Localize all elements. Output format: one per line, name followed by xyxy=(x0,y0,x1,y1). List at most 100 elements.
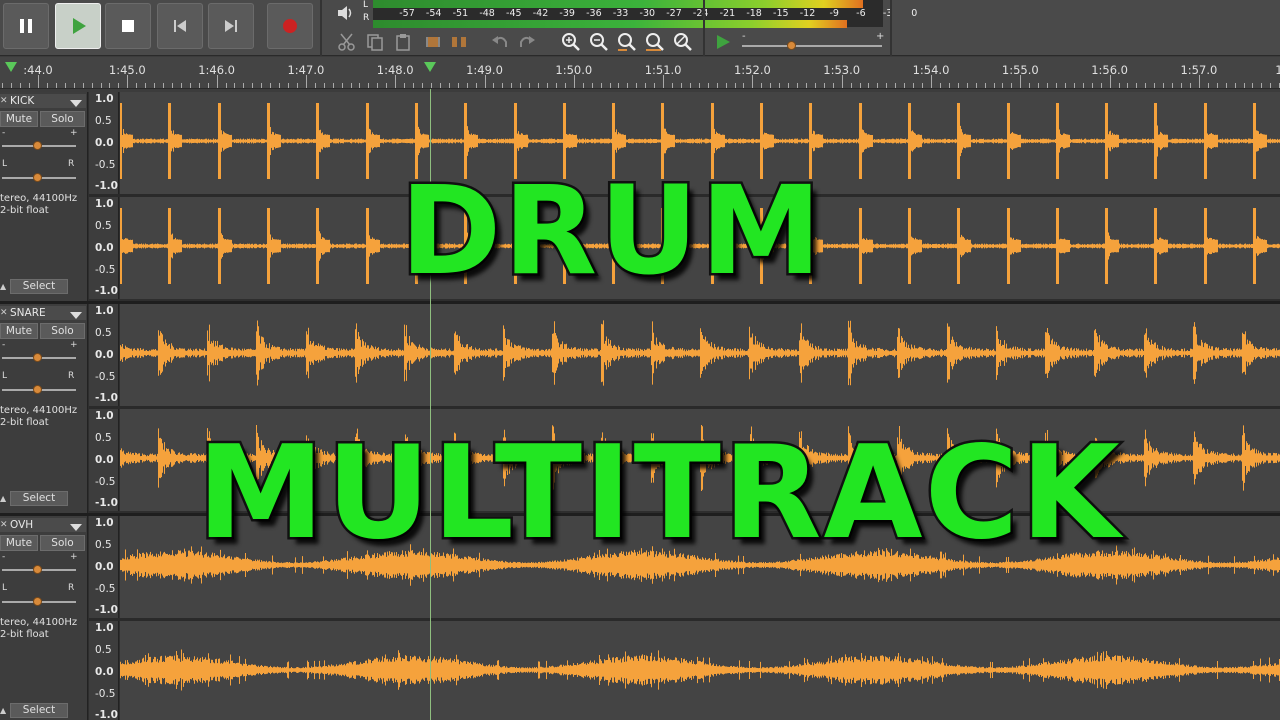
pause-button[interactable] xyxy=(3,3,49,49)
vertical-scale[interactable]: 1.0 0.5 0.0 -0.5 -1.0 xyxy=(89,197,119,299)
pan-slider[interactable] xyxy=(2,385,76,394)
scale-label: 0.5 xyxy=(95,539,112,551)
gain-minus-label: - xyxy=(2,128,6,138)
ruler-tick xyxy=(993,83,995,88)
skip-to-end-button[interactable] xyxy=(208,3,254,49)
ruler-tick xyxy=(448,83,450,88)
speed-slider-knob[interactable] xyxy=(787,41,796,50)
track-name-menu[interactable]: KICK xyxy=(0,94,86,108)
collapse-icon[interactable]: ▲ xyxy=(0,706,6,715)
ruler-tick xyxy=(805,83,807,88)
toolbar-separator xyxy=(703,0,705,56)
pan-slider-knob[interactable] xyxy=(33,385,42,394)
vertical-scale[interactable]: 1.0 0.5 0.0 -0.5 -1.0 xyxy=(89,409,119,511)
meter-tick-label: 0 xyxy=(911,8,918,19)
solo-button[interactable]: Solo xyxy=(40,535,85,551)
scale-label: -0.5 xyxy=(95,476,116,488)
gain-slider-knob[interactable] xyxy=(33,353,42,362)
play-at-speed-icon[interactable] xyxy=(711,30,735,54)
pan-slider-knob[interactable] xyxy=(33,173,42,182)
fit-selection-icon[interactable] xyxy=(615,30,639,54)
track-control-panel[interactable]: SNARE ✕ Mute Solo - + L R tereo, 44100Hz… xyxy=(0,304,88,513)
pan-slider-knob[interactable] xyxy=(33,597,42,606)
ruler-tick xyxy=(64,83,66,88)
pan-slider[interactable] xyxy=(2,597,76,606)
chevron-down-icon[interactable] xyxy=(70,312,82,319)
undo-icon[interactable] xyxy=(488,30,512,54)
track-name-menu[interactable]: OVH xyxy=(0,518,86,532)
fit-project-icon[interactable] xyxy=(643,30,667,54)
select-button[interactable]: Select xyxy=(10,703,68,718)
scale-label: 1.0 xyxy=(95,622,114,634)
stop-button[interactable] xyxy=(105,3,151,49)
zoom-out-icon[interactable] xyxy=(587,30,611,54)
close-icon[interactable]: ✕ xyxy=(0,306,8,320)
gain-slider-knob[interactable] xyxy=(33,565,42,574)
ruler-tick xyxy=(877,83,879,88)
meter-tick-label: -57 xyxy=(399,8,415,19)
vertical-scale[interactable]: 1.0 0.5 0.0 -0.5 -1.0 xyxy=(89,621,119,720)
track-control-panel[interactable]: OVH ✕ Mute Solo - + L R tereo, 44100Hz 2… xyxy=(0,516,88,720)
zoom-toggle-icon[interactable] xyxy=(671,30,695,54)
chevron-down-icon[interactable] xyxy=(70,100,82,107)
toolbar-separator xyxy=(890,0,892,56)
ruler-tick xyxy=(377,83,379,88)
close-icon[interactable]: ✕ xyxy=(0,518,8,532)
ruler-tick xyxy=(779,83,781,88)
meter-tick-label: -27 xyxy=(666,8,682,19)
select-button[interactable]: Select xyxy=(10,491,68,506)
close-icon[interactable]: ✕ xyxy=(0,94,8,108)
record-button[interactable] xyxy=(267,3,313,49)
redo-icon[interactable] xyxy=(515,30,539,54)
solo-button[interactable]: Solo xyxy=(40,111,85,127)
ruler-tick xyxy=(1002,83,1004,88)
ruler-tick xyxy=(216,75,218,88)
playback-meter[interactable]: L R -57 -54 -51 -48 -45 -42 -39 -36 -33 -30 -27 -24… xyxy=(363,0,917,28)
ruler-tick xyxy=(654,83,656,88)
ruler-tick xyxy=(663,75,665,88)
gain-slider[interactable] xyxy=(2,141,76,150)
track-control-panel[interactable]: KICK ✕ Mute Solo - + L R tereo, 44100Hz … xyxy=(0,92,88,301)
collapse-icon[interactable]: ▲ xyxy=(0,282,6,291)
ruler-tick xyxy=(38,75,39,88)
select-button[interactable]: Select xyxy=(10,279,68,294)
zoom-in-icon[interactable] xyxy=(559,30,583,54)
copy-icon[interactable] xyxy=(363,30,387,54)
skip-to-start-button[interactable] xyxy=(157,3,203,49)
waveform-channel[interactable] xyxy=(120,621,1280,720)
play-button[interactable] xyxy=(55,3,101,49)
pan-left-label: L xyxy=(2,159,8,169)
trim-icon[interactable] xyxy=(421,30,445,54)
cut-icon[interactable] xyxy=(335,30,359,54)
vertical-scale[interactable]: 1.0 0.5 0.0 -0.5 -1.0 xyxy=(89,304,119,406)
gain-slider-knob[interactable] xyxy=(33,141,42,150)
playback-speed-slider[interactable] xyxy=(742,41,882,50)
silence-icon[interactable] xyxy=(447,30,471,54)
mute-button[interactable]: Mute xyxy=(0,111,38,127)
gain-slider[interactable] xyxy=(2,565,76,574)
ruler-tick xyxy=(314,83,316,88)
chevron-down-icon[interactable] xyxy=(70,524,82,531)
collapse-icon[interactable]: ▲ xyxy=(0,494,6,503)
pan-slider[interactable] xyxy=(2,173,76,182)
waveform-channel[interactable] xyxy=(120,304,1280,406)
ruler-tick xyxy=(886,83,888,88)
vertical-scale[interactable]: 1.0 0.5 0.0 -0.5 -1.0 xyxy=(89,92,119,194)
ruler-tick xyxy=(466,83,468,88)
play-head-icon[interactable] xyxy=(423,61,437,73)
track-name-menu[interactable]: SNARE xyxy=(0,306,86,320)
ruler-tick xyxy=(761,83,763,88)
vertical-scale[interactable]: 1.0 0.5 0.0 -0.5 -1.0 xyxy=(89,516,119,618)
solo-button[interactable]: Solo xyxy=(40,323,85,339)
play-region-start-icon[interactable] xyxy=(4,61,18,73)
gain-slider[interactable] xyxy=(2,353,76,362)
scale-label: 0.5 xyxy=(95,432,112,444)
ruler-tick xyxy=(323,83,325,88)
scale-label: -0.5 xyxy=(95,583,116,595)
timeline-ruler[interactable]: :44.0 1:45.0 1:46.0 1:47.0 1:48.0 1:49.0 1:50.… xyxy=(0,57,1280,89)
mute-button[interactable]: Mute xyxy=(0,323,38,339)
ruler-tick xyxy=(609,83,611,88)
paste-icon[interactable] xyxy=(391,30,415,54)
mute-button[interactable]: Mute xyxy=(0,535,38,551)
speaker-icon[interactable] xyxy=(333,1,357,25)
